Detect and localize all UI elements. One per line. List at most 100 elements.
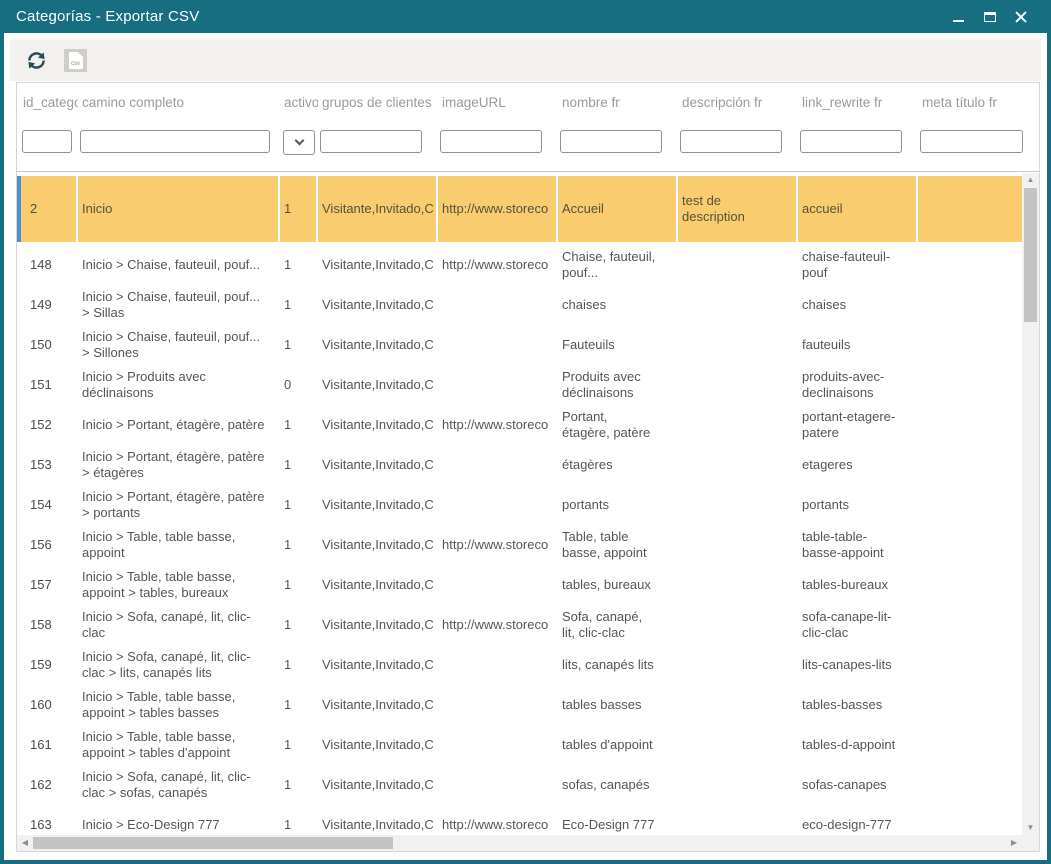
grid-header: id_categoriacamino completoactivogrupos … — [17, 83, 1039, 172]
cell-descripcion-fr — [678, 461, 798, 469]
cell-camino-completo: Inicio > Chaise, fauteuil, pouf... — [78, 253, 280, 277]
cell-id-categoria: 160 — [17, 693, 78, 717]
column-header-activo[interactable]: activo — [280, 95, 318, 110]
cell-link-rewrite-fr: portants — [798, 493, 918, 517]
filter-cell-activo — [280, 130, 318, 155]
refresh-button[interactable] — [25, 50, 48, 71]
cell-camino-completo: Inicio > Chaise, fauteuil, pouf... > Sil… — [78, 285, 280, 325]
maximize-icon — [984, 12, 996, 22]
table-row[interactable]: 160 Inicio > Table, table basse, appoint… — [17, 685, 1022, 725]
cell-imageurl — [438, 741, 558, 749]
column-header-descripcion[interactable]: descripción fr — [678, 95, 798, 110]
column-header-link[interactable]: link_rewrite fr — [798, 95, 918, 110]
cell-nombre-fr: portants — [558, 493, 678, 517]
scroll-up-arrow-icon[interactable]: ▲ — [1022, 173, 1039, 187]
vertical-scrollbar-thumb[interactable] — [1024, 188, 1037, 322]
table-row[interactable]: 159 Inicio > Sofa, canapé, lit, clic-cla… — [17, 645, 1022, 685]
table-row[interactable]: 149 Inicio > Chaise, fauteuil, pouf... >… — [17, 285, 1022, 325]
maximize-button[interactable] — [982, 9, 998, 25]
cell-descripcion-fr — [678, 261, 798, 269]
column-header-grupos[interactable]: grupos de clientes — [318, 95, 438, 110]
cell-imageurl: http://www.storeco — [438, 176, 558, 242]
table-row[interactable]: 150 Inicio > Chaise, fauteuil, pouf... >… — [17, 325, 1022, 365]
table-row[interactable]: 162 Inicio > Sofa, canapé, lit, clic-cla… — [17, 765, 1022, 805]
cell-activo: 1 — [280, 693, 318, 717]
minimize-button[interactable] — [951, 9, 967, 25]
cell-link-rewrite-fr: produits-avec-declinaisons — [798, 365, 918, 405]
filter-cell-camino — [78, 130, 280, 155]
vertical-scrollbar[interactable]: ▲ ▼ — [1022, 173, 1039, 835]
table-row[interactable]: 152 Inicio > Portant, étagère, patère 1 … — [17, 405, 1022, 445]
cell-meta-titulo-fr — [918, 341, 1022, 349]
cell-id-categoria: 149 — [17, 293, 78, 317]
cell-meta-titulo-fr — [918, 701, 1022, 709]
cell-camino-completo: Inicio > Eco-Design 777 — [78, 813, 280, 835]
cell-camino-completo: Inicio > Table, table basse, appoint — [78, 525, 280, 565]
cell-link-rewrite-fr: accueil — [798, 176, 918, 242]
cell-imageurl: http://www.storeco — [438, 533, 558, 557]
filter-cell-descripcion — [678, 130, 798, 155]
cell-meta-titulo-fr — [918, 301, 1022, 309]
cell-camino-completo: Inicio > Table, table basse, appoint > t… — [78, 685, 280, 725]
cell-grupos-de-clientes: Visitante,Invitado,C — [318, 293, 438, 317]
column-header-meta[interactable]: meta título fr — [918, 95, 1039, 110]
cell-meta-titulo-fr — [918, 661, 1022, 669]
table-row[interactable]: 151 Inicio > Produits avec déclinaisons … — [17, 365, 1022, 405]
cell-descripcion-fr — [678, 421, 798, 429]
table-row[interactable]: 154 Inicio > Portant, étagère, patère > … — [17, 485, 1022, 525]
cell-id-categoria: 153 — [17, 453, 78, 477]
filter-input-id[interactable] — [22, 130, 72, 153]
window-controls — [951, 9, 1035, 25]
cell-descripcion-fr — [678, 781, 798, 789]
cell-grupos-de-clientes: Visitante,Invitado,C — [318, 333, 438, 357]
filter-input-meta[interactable] — [920, 130, 1023, 153]
filter-input-descripcion[interactable] — [680, 130, 782, 153]
cell-descripcion-fr — [678, 381, 798, 389]
filter-input-imageURL[interactable] — [440, 130, 542, 153]
cell-grupos-de-clientes: Visitante,Invitado,C — [318, 613, 438, 637]
filter-select-activo[interactable] — [283, 130, 315, 155]
table-row[interactable]: 163 Inicio > Eco-Design 777 1 Visitante,… — [17, 805, 1022, 835]
cell-camino-completo: Inicio > Chaise, fauteuil, pouf... > Sil… — [78, 325, 280, 365]
scroll-right-arrow-icon[interactable]: ▶ — [1006, 835, 1022, 851]
table-row[interactable]: 157 Inicio > Table, table basse, appoint… — [17, 565, 1022, 605]
cell-camino-completo: Inicio > Portant, étagère, patère > port… — [78, 485, 280, 525]
table-row[interactable]: 156 Inicio > Table, table basse, appoint… — [17, 525, 1022, 565]
cell-meta-titulo-fr — [918, 821, 1022, 829]
filter-input-camino[interactable] — [80, 130, 270, 153]
close-button[interactable] — [1013, 9, 1029, 25]
column-header-nombre[interactable]: nombre fr — [558, 95, 678, 110]
scroll-left-arrow-icon[interactable]: ◀ — [17, 835, 33, 851]
column-header-id[interactable]: id_categoria — [17, 95, 78, 110]
cell-imageurl — [438, 581, 558, 589]
horizontal-scrollbar-thumb[interactable] — [33, 837, 393, 849]
column-header-imageURL[interactable]: imageURL — [438, 95, 558, 110]
filter-input-link[interactable] — [800, 130, 902, 153]
cell-id-categoria: 152 — [17, 413, 78, 437]
table-row-selected[interactable]: 2 Inicio 1 Visitante,Invitado,C http://w… — [17, 176, 1022, 242]
column-header-camino[interactable]: camino completo — [78, 95, 280, 110]
cell-meta-titulo-fr — [918, 501, 1022, 509]
filter-input-grupos[interactable] — [320, 130, 422, 153]
filter-input-nombre[interactable] — [560, 130, 662, 153]
table-row[interactable]: 153 Inicio > Portant, étagère, patère > … — [17, 445, 1022, 485]
cell-activo: 1 — [280, 613, 318, 637]
table-row[interactable]: 161 Inicio > Table, table basse, appoint… — [17, 725, 1022, 765]
cell-meta-titulo-fr — [918, 176, 1022, 242]
export-csv-button[interactable]: csv — [64, 49, 87, 72]
filter-cell-grupos — [318, 130, 438, 155]
cell-nombre-fr: Eco-Design 777 — [558, 813, 678, 835]
cell-link-rewrite-fr: table-table-basse-appoint — [798, 525, 918, 565]
table-row[interactable]: 148 Inicio > Chaise, fauteuil, pouf... 1… — [17, 245, 1022, 285]
cell-link-rewrite-fr: eco-design-777 — [798, 813, 918, 835]
cell-nombre-fr: chaises — [558, 293, 678, 317]
cell-grupos-de-clientes: Visitante,Invitado,C — [318, 493, 438, 517]
cell-nombre-fr: Accueil — [558, 176, 678, 242]
cell-nombre-fr: Produits avec déclinaisons — [558, 365, 678, 405]
horizontal-scrollbar[interactable]: ◀ ▶ — [17, 835, 1022, 851]
cell-grupos-de-clientes: Visitante,Invitado,C — [318, 413, 438, 437]
table-row[interactable]: 158 Inicio > Sofa, canapé, lit, clic-cla… — [17, 605, 1022, 645]
titlebar: Categorías - Exportar CSV — [0, 0, 1051, 33]
scroll-down-arrow-icon[interactable]: ▼ — [1022, 821, 1039, 835]
cell-imageurl: http://www.storeco — [438, 613, 558, 637]
